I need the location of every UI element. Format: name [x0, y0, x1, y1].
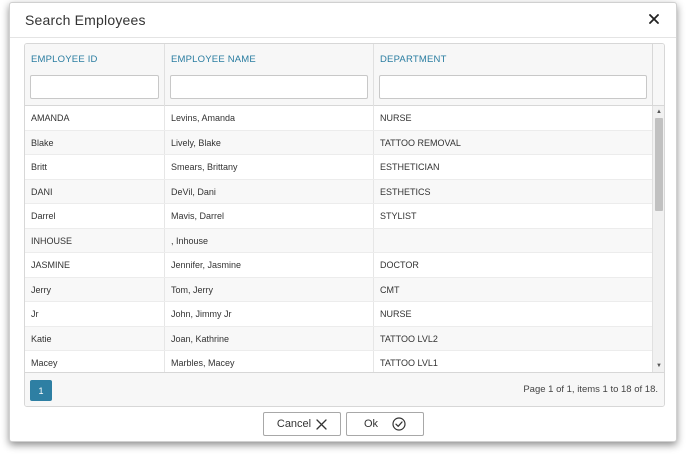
- cell-employee-name: John, Jimmy Jr: [165, 302, 374, 326]
- cell-employee-name: Jennifer, Jasmine: [165, 253, 374, 277]
- department-filter-input[interactable]: [379, 75, 647, 99]
- cell-employee-name: Levins, Amanda: [165, 106, 374, 130]
- employee-name-filter-input[interactable]: [170, 75, 368, 99]
- cell-employee-id: Macey: [25, 351, 165, 372]
- column-label-employee-name: EMPLOYEE NAME: [171, 54, 256, 65]
- check-circle-icon: [392, 417, 406, 431]
- cell-department: ESTHETICIAN: [380, 162, 440, 172]
- cell-employee-id: AMANDA: [25, 106, 165, 130]
- cell-employee-id: Jr: [25, 302, 165, 326]
- cell-department: TATTOO LVL2: [380, 333, 438, 344]
- table-row[interactable]: Macey Marbles, Macey TATTOO LVL1: [25, 351, 652, 372]
- close-icon[interactable]: [644, 9, 664, 29]
- page-1-button[interactable]: 1: [30, 380, 52, 401]
- header-gutter: [652, 44, 664, 106]
- column-header-employee-id[interactable]: EMPLOYEE ID: [25, 44, 165, 106]
- cell-employee-name: DeVil, Dani: [165, 179, 374, 203]
- table-row[interactable]: Jr John, Jimmy Jr NURSE: [25, 302, 652, 327]
- cell-department: TATTOO REMOVAL: [380, 137, 461, 148]
- vertical-scrollbar[interactable]: ▲ ▼: [652, 106, 664, 372]
- table-row[interactable]: Katie Joan, Kathrine TATTOO LVL2: [25, 326, 652, 351]
- cell-employee-id: INHOUSE: [25, 228, 165, 252]
- cell-department: ESTHETICS: [380, 186, 431, 197]
- cell-employee-id: JASMINE: [25, 253, 165, 277]
- table-row[interactable]: JASMINE Jennifer, Jasmine DOCTOR: [25, 253, 652, 278]
- cancel-button[interactable]: Cancel: [263, 412, 341, 436]
- table-row[interactable]: Jerry Tom, Jerry CMT: [25, 277, 652, 302]
- x-icon: [316, 418, 327, 430]
- dialog-title: Search Employees: [25, 12, 146, 28]
- table-row[interactable]: INHOUSE, Inhouse: [25, 228, 652, 253]
- cell-department: STYLIST: [380, 211, 417, 221]
- cell-employee-name: Tom, Jerry: [165, 277, 374, 301]
- cell-employee-id: Katie: [25, 326, 165, 350]
- table-row[interactable]: AMANDA Levins, Amanda NURSE: [25, 106, 652, 131]
- search-employees-dialog: Search Employees EMPLOYEE ID EMPLOYEE NA…: [9, 2, 677, 442]
- grid-pager: 1 Page 1 of 1, items 1 to 18 of 18.: [25, 372, 664, 406]
- column-label-department: DEPARTMENT: [380, 54, 447, 65]
- cell-employee-name: Mavis, Darrel: [165, 204, 374, 228]
- employee-id-filter-input[interactable]: [30, 75, 159, 99]
- dialog-titlebar: Search Employees: [10, 3, 676, 38]
- cell-employee-name: Smears, Brittany: [165, 155, 374, 179]
- cell-employee-name: Joan, Kathrine: [165, 326, 374, 350]
- column-header-department[interactable]: DEPARTMENT: [374, 44, 652, 106]
- table-row[interactable]: Blake Lively, Blake TATTOO REMOVAL: [25, 130, 652, 155]
- cell-employee-id: DANI: [25, 179, 165, 203]
- column-header-employee-name[interactable]: EMPLOYEE NAME: [165, 44, 374, 106]
- employee-grid: EMPLOYEE ID EMPLOYEE NAME DEPARTMENT AMA…: [24, 43, 665, 407]
- cell-department: NURSE: [380, 113, 412, 123]
- cell-department: TATTOO LVL1: [380, 358, 438, 368]
- ok-button[interactable]: Ok: [346, 412, 424, 436]
- grid-header: EMPLOYEE ID EMPLOYEE NAME DEPARTMENT: [25, 44, 652, 106]
- cell-employee-name: Marbles, Macey: [165, 351, 374, 372]
- cell-department: [374, 229, 652, 253]
- scrollbar-thumb[interactable]: [655, 118, 663, 211]
- cell-employee-id: Blake: [25, 130, 165, 154]
- scroll-up-icon[interactable]: ▲: [653, 106, 664, 118]
- ok-button-label: Ok: [363, 418, 379, 430]
- table-row[interactable]: Darrel Mavis, Darrel STYLIST: [25, 204, 652, 229]
- cell-employee-id: Britt: [25, 155, 165, 179]
- pager-info: Page 1 of 1, items 1 to 18 of 18.: [523, 384, 658, 395]
- cell-employee-id: Darrel: [25, 204, 165, 228]
- cell-employee-name: Lively, Blake: [165, 130, 374, 154]
- table-row[interactable]: Britt Smears, Brittany ESTHETICIAN: [25, 155, 652, 180]
- column-label-employee-id: EMPLOYEE ID: [31, 54, 98, 65]
- scroll-down-icon[interactable]: ▼: [653, 360, 664, 372]
- cell-department: CMT: [380, 284, 400, 295]
- table-row[interactable]: DANI DeVil, Dani ESTHETICS: [25, 179, 652, 204]
- cell-employee-name: , Inhouse: [165, 228, 374, 252]
- cell-employee-id: Jerry: [25, 277, 165, 301]
- grid-body: AMANDA Levins, Amanda NURSE Blake Lively, Bl…: [25, 106, 652, 372]
- cancel-button-label: Cancel: [276, 418, 312, 430]
- cell-department: DOCTOR: [380, 260, 419, 270]
- cell-department: NURSE: [380, 309, 412, 319]
